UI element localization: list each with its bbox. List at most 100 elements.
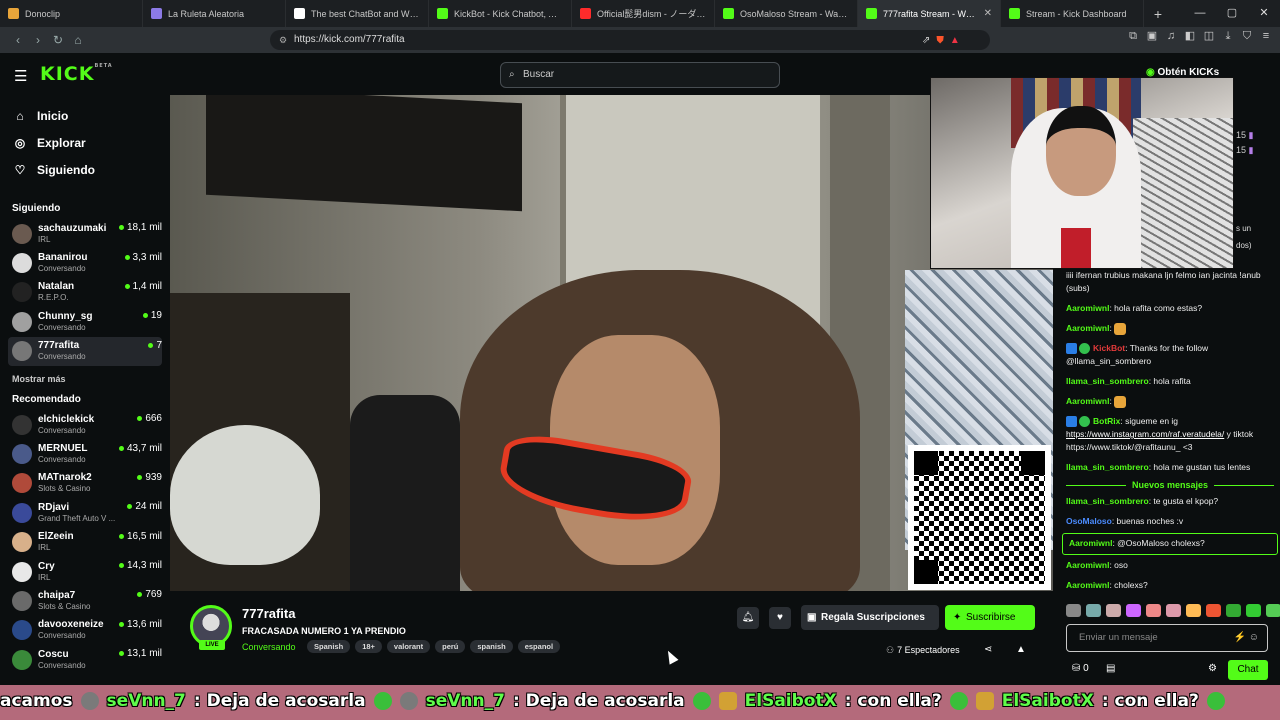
sidebar-channel[interactable]: chaipa7 Slots & Casino 769	[8, 586, 162, 615]
notification-bell-button[interactable]: 🔔︎	[737, 607, 759, 629]
url-field[interactable]: ⚙ https://kick.com/777rafita	[270, 30, 990, 50]
points-icon[interactable]: ⛁ 0	[1072, 663, 1089, 674]
live-dot-icon	[118, 651, 124, 657]
browser-tab[interactable]: KickBot - Kick Chatbot, Alerts, ...	[429, 0, 572, 27]
chat-link[interactable]: https://www.instagram.com/raf.veratudela…	[1066, 429, 1224, 439]
vpn-icon[interactable]: ⛉	[1241, 30, 1253, 42]
chat-username[interactable]: BotRix	[1093, 416, 1120, 426]
sidebar-channel[interactable]: elchiclekick Conversando 666	[8, 410, 162, 439]
sidebar-channel[interactable]: Chunny_sg Conversando 19	[8, 307, 162, 336]
extension-icon[interactable]: ⧉	[1127, 30, 1139, 42]
sidebar-channel[interactable]: ElZeein IRL 16,5 mil	[8, 528, 162, 557]
close-tab-icon[interactable]: ✕	[984, 8, 992, 19]
browser-tab[interactable]: La Ruleta Aleatoria	[143, 0, 286, 27]
share-stream-icon[interactable]: ⋖	[984, 644, 992, 655]
follow-button[interactable]: ♥	[769, 607, 791, 629]
chat-username[interactable]: OsoMaloso	[1066, 516, 1112, 526]
maximize-icon[interactable]: ▢	[1216, 0, 1248, 27]
share-icon[interactable]: ⇗	[922, 35, 930, 46]
search-input[interactable]: ⌕ Buscar	[500, 62, 780, 88]
sidebar-channel[interactable]: 777rafita Conversando 7	[8, 336, 162, 366]
emote-icon[interactable]	[1266, 604, 1280, 617]
streamer-name[interactable]: 777rafita	[242, 606, 295, 621]
report-icon[interactable]: ▲	[1016, 644, 1026, 655]
brave-shield-icon[interactable]: ⛊	[936, 35, 944, 46]
gift-chat-icon[interactable]: ▤	[1106, 663, 1115, 674]
chat-username[interactable]: Aaromiwnl	[1066, 560, 1109, 570]
rewards-icon[interactable]: ▲	[950, 35, 960, 46]
live-dot-icon	[148, 342, 154, 348]
home-browser-icon[interactable]: ⌂	[68, 33, 88, 47]
chat-username[interactable]: Aaromiwnl	[1066, 303, 1109, 313]
chat-send-button[interactable]: Chat	[1228, 660, 1268, 680]
browser-tab[interactable]: OsoMaloso Stream - Watch Live	[715, 0, 858, 27]
sidebar-channel[interactable]: Cry IRL 14,3 mil	[8, 557, 162, 586]
sidebar-channel[interactable]: MATnarok2 Slots & Casino 939	[8, 469, 162, 498]
sidebar-channel[interactable]: Coscu Conversando 13,1 mil	[8, 645, 162, 674]
chat-username[interactable]: llama_sin_sombrero	[1066, 496, 1149, 506]
chat-settings-icon[interactable]: ⚙	[1208, 663, 1217, 674]
emote-icon[interactable]	[1066, 604, 1081, 617]
sidebar-toggle-icon[interactable]: ◧	[1184, 30, 1196, 42]
kick-logo[interactable]: KICKBETA	[40, 63, 113, 85]
nav-item-explorar[interactable]: ◎ Explorar	[0, 129, 170, 156]
emote-icon[interactable]	[1106, 604, 1121, 617]
video-player[interactable]	[170, 95, 1053, 591]
emote-icon[interactable]	[1086, 604, 1101, 617]
site-settings-icon[interactable]: ⚙	[279, 30, 287, 50]
chat-username[interactable]: Aaromiwnl	[1069, 538, 1112, 548]
gift-subs-button[interactable]: ▣ Regala Suscripciones	[801, 605, 939, 630]
subscribe-button[interactable]: ✦ Suscribirse	[945, 605, 1035, 630]
browser-tab[interactable]: Official髭男dism - ノーダウト	[572, 0, 715, 27]
stream-tag[interactable]: Spanish	[307, 640, 351, 653]
chat-username[interactable]: Aaromiwnl	[1066, 323, 1109, 333]
stream-tag[interactable]: perú	[435, 640, 466, 653]
browser-tab[interactable]: 777rafita Stream - Watch ✕	[858, 0, 1001, 27]
chat-username[interactable]: Aaromiwnl	[1066, 396, 1109, 406]
chat-input[interactable]: Enviar un mensaje ⚡ ☺	[1066, 624, 1268, 652]
sidebar-channel[interactable]: sachauzumaki IRL 18,1 mil	[8, 219, 162, 248]
sidebar-channel[interactable]: MERNUEL Conversando 43,7 mil	[8, 439, 162, 468]
show-more-link[interactable]: Mostrar más	[0, 370, 170, 388]
browser-tab[interactable]: Stream - Kick Dashboard	[1001, 0, 1144, 27]
chat-username[interactable]: Aaromiwnl	[1066, 580, 1109, 590]
emoji-icon[interactable]: ⚡ ☺	[1234, 625, 1259, 651]
hamburger-menu-icon[interactable]: ☰	[14, 67, 27, 85]
new-tab-icon[interactable]: +	[1144, 6, 1172, 22]
nav-item-inicio[interactable]: ⌂ Inicio	[0, 102, 170, 129]
download-icon[interactable]: ⤓	[1222, 30, 1234, 42]
browser-tab[interactable]: The best ChatBot and Widgets	[286, 0, 429, 27]
sidebar-channel[interactable]: RDjavi Grand Theft Auto V ... 24 mil	[8, 498, 162, 527]
nav-item-siguiendo[interactable]: ♡ Siguiendo	[0, 156, 170, 183]
emote-icon[interactable]	[1186, 604, 1201, 617]
chat-username[interactable]: llama_sin_sombrero	[1066, 376, 1149, 386]
forward-icon[interactable]: ›	[28, 33, 48, 47]
music-icon[interactable]: ♫	[1165, 30, 1177, 42]
emote-icon[interactable]	[1246, 604, 1261, 617]
emote-icon[interactable]	[1126, 604, 1141, 617]
browser-tab-bar: Donoclip La Ruleta Aleatoria The best Chat…	[0, 0, 1280, 27]
close-window-icon[interactable]: ✕	[1248, 0, 1280, 27]
emote-icon[interactable]	[1166, 604, 1181, 617]
emote-icon[interactable]	[1206, 604, 1221, 617]
browser-tab[interactable]: Donoclip	[0, 0, 143, 27]
chat-username[interactable]: llama_sin_sombrero	[1066, 462, 1149, 472]
menu-icon[interactable]: ≡	[1260, 30, 1272, 42]
stream-tag[interactable]: 18+	[355, 640, 382, 653]
stream-tag[interactable]: espanol	[517, 640, 561, 653]
back-icon[interactable]: ‹	[8, 33, 28, 47]
wallet-icon[interactable]: ▣	[1146, 30, 1158, 42]
emote-icon[interactable]	[1146, 604, 1161, 617]
sidebar-channel[interactable]: davooxeneize Conversando 13,6 mil	[8, 616, 162, 645]
stream-tag[interactable]: spanish	[470, 640, 513, 653]
minimize-icon[interactable]: —	[1184, 0, 1216, 27]
emote-icon[interactable]	[1226, 604, 1241, 617]
verified-badge-icon	[1079, 343, 1090, 355]
leo-icon[interactable]: ◫	[1203, 30, 1215, 42]
reload-icon[interactable]: ↻	[48, 33, 68, 47]
stream-category[interactable]: Conversando	[242, 642, 296, 652]
chat-username[interactable]: KickBot	[1093, 343, 1125, 353]
sidebar-channel[interactable]: Bananirou Conversando 3,3 mil	[8, 248, 162, 277]
stream-tag[interactable]: valorant	[386, 640, 431, 653]
sidebar-channel[interactable]: Natalan R.E.P.O. 1,4 mil	[8, 278, 162, 307]
